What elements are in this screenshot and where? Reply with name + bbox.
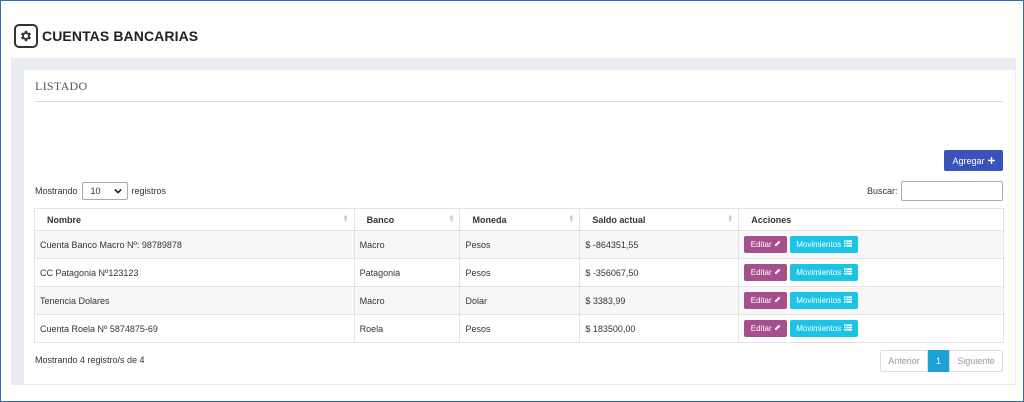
cell-banco: Macro bbox=[353, 230, 461, 259]
pencil-icon bbox=[774, 296, 781, 305]
table-row: Tenencia Dolares Macro Dolar $ 3383,99 E… bbox=[34, 286, 1004, 315]
search-label: Buscar: bbox=[867, 186, 898, 196]
cell-moneda: Pesos bbox=[459, 230, 581, 259]
gear-icon bbox=[14, 24, 38, 48]
page-size-value: 10 bbox=[90, 186, 101, 196]
cell-moneda: Pesos bbox=[459, 258, 581, 287]
column-header-saldo[interactable]: Saldo actual ▲ ▼ bbox=[579, 208, 740, 231]
list-icon bbox=[844, 268, 853, 277]
section-divider bbox=[35, 101, 1003, 102]
length-menu-suffix: registros bbox=[131, 186, 167, 196]
cell-nombre: CC Patagonia Nº123123 bbox=[34, 258, 355, 287]
cell-acciones: Editar Movimientos bbox=[738, 286, 1004, 315]
page-size-select[interactable]: 10 bbox=[81, 182, 128, 200]
sort-icon: ▲ ▼ bbox=[342, 214, 349, 224]
table-info: Mostrando 4 registro/s de 4 bbox=[35, 355, 145, 365]
chevron-down-icon bbox=[113, 186, 122, 196]
cell-banco: Roela bbox=[353, 314, 461, 343]
page-title: CUENTAS BANCARIAS bbox=[42, 28, 199, 44]
cell-nombre: Cuenta Roela Nº 5874875-69 bbox=[34, 314, 355, 343]
cell-saldo: $ -864351,55 bbox=[579, 230, 740, 259]
prev-page-button[interactable]: Anterior bbox=[880, 350, 928, 372]
edit-button[interactable]: Editar bbox=[744, 320, 788, 337]
sort-icon: ▲ ▼ bbox=[568, 214, 575, 224]
add-button-label: Agregar bbox=[952, 155, 985, 166]
sort-icon: ▲ ▼ bbox=[727, 214, 734, 224]
table-row: Cuenta Roela Nº 5874875-69 Roela Pesos $… bbox=[34, 314, 1004, 343]
cell-nombre: Cuenta Banco Macro Nº: 98789878 bbox=[34, 230, 355, 259]
column-header-acciones: Acciones bbox=[738, 208, 1004, 231]
edit-button[interactable]: Editar bbox=[744, 236, 788, 253]
cell-moneda: Pesos bbox=[459, 314, 581, 343]
accounts-table: Nombre ▲ ▼ Banco ▲ ▼ Moneda ▲ ▼ Saldo actual ▲ ▼… bbox=[34, 208, 1004, 343]
search-input[interactable] bbox=[900, 181, 1003, 201]
add-button[interactable]: Agregar bbox=[944, 150, 1003, 171]
cell-acciones: Editar Movimientos bbox=[738, 230, 1004, 259]
movements-button[interactable]: Movimientos bbox=[790, 320, 859, 337]
movements-button[interactable]: Movimientos bbox=[790, 292, 859, 309]
table-header-row: Nombre ▲ ▼ Banco ▲ ▼ Moneda ▲ ▼ Saldo actual ▲ ▼… bbox=[34, 208, 1004, 231]
length-menu-prefix: Mostrando bbox=[35, 186, 78, 196]
page-header: CUENTAS BANCARIAS bbox=[14, 22, 198, 50]
pencil-icon bbox=[774, 324, 781, 333]
search-group: Buscar: bbox=[867, 181, 1003, 201]
cell-saldo: $ -356067,50 bbox=[579, 258, 740, 287]
list-icon bbox=[844, 240, 853, 249]
page-1-button[interactable]: 1 bbox=[928, 350, 949, 372]
cell-acciones: Editar Movimientos bbox=[738, 314, 1004, 343]
cell-acciones: Editar Movimientos bbox=[738, 258, 1004, 287]
section-title: LISTADO bbox=[35, 79, 88, 93]
pencil-icon bbox=[774, 268, 781, 277]
cell-saldo: $ 3383,99 bbox=[579, 286, 740, 315]
length-menu: Mostrando 10 registros bbox=[35, 182, 166, 200]
edit-button[interactable]: Editar bbox=[744, 292, 788, 309]
edit-button[interactable]: Editar bbox=[744, 264, 788, 281]
list-icon bbox=[844, 296, 853, 305]
cell-banco: Macro bbox=[353, 286, 461, 315]
movements-button[interactable]: Movimientos bbox=[790, 236, 859, 253]
sort-icon: ▲ ▼ bbox=[448, 214, 455, 224]
pagination: Anterior 1 Siguiente bbox=[880, 350, 1003, 372]
next-page-button[interactable]: Siguiente bbox=[949, 350, 1003, 372]
list-icon bbox=[844, 324, 853, 333]
pencil-icon bbox=[774, 240, 781, 249]
cell-banco: Patagonia bbox=[353, 258, 461, 287]
table-row: CC Patagonia Nº123123 Patagonia Pesos $ … bbox=[34, 258, 1004, 287]
cell-nombre: Tenencia Dolares bbox=[34, 286, 355, 315]
cell-saldo: $ 183500,00 bbox=[579, 314, 740, 343]
table-row: Cuenta Banco Macro Nº: 98789878 Macro Pe… bbox=[34, 230, 1004, 259]
column-header-moneda[interactable]: Moneda ▲ ▼ bbox=[459, 208, 581, 231]
column-header-nombre[interactable]: Nombre ▲ ▼ bbox=[34, 208, 355, 231]
column-header-banco[interactable]: Banco ▲ ▼ bbox=[353, 208, 461, 231]
plus-icon bbox=[987, 156, 995, 166]
movements-button[interactable]: Movimientos bbox=[790, 264, 859, 281]
cell-moneda: Dolar bbox=[459, 286, 581, 315]
